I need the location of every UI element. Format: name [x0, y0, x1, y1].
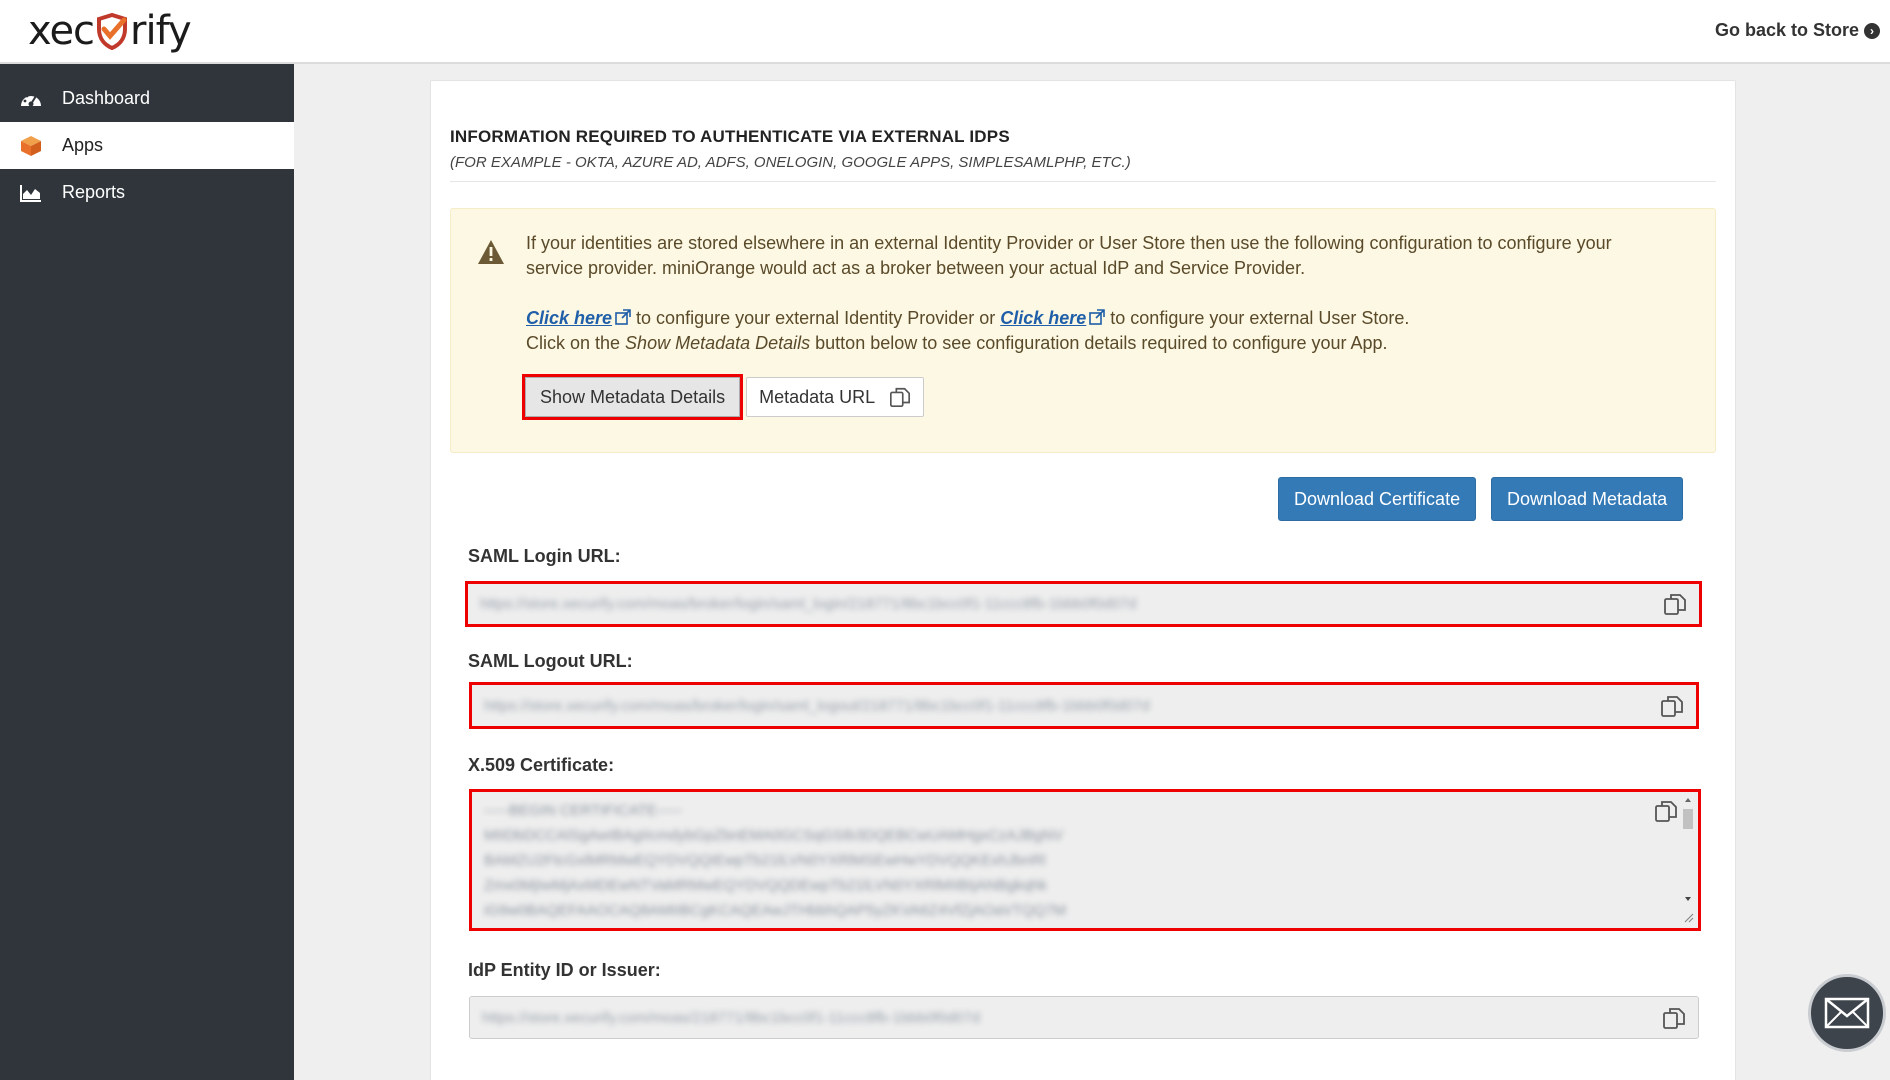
alert-instruction-line: Click on the Show Metadata Details butto… [526, 331, 1636, 356]
idp-entity-id-value: https://store.xecurify.com/moas/218771/8… [482, 1009, 981, 1026]
sidebar-item-label: Apps [62, 135, 104, 155]
sidebar-item-dashboard[interactable]: Dashboard [0, 75, 294, 122]
saml-logout-url-label: SAML Logout URL: [468, 651, 633, 671]
sidebar-item-label: Reports [62, 182, 126, 202]
xecurify-logo[interactable]: xec rify [28, 8, 192, 54]
logo-text-left: xec [28, 8, 95, 54]
download-metadata-button[interactable]: Download Metadata [1491, 477, 1684, 521]
idp-config-panel: INFORMATION REQUIRED TO AUTHENTICATE VIA… [430, 80, 1736, 1080]
saml-login-url-value: https://store.xecurify.com/moas/broker/l… [480, 595, 1137, 613]
info-alert: If your identities are stored elsewhere … [450, 208, 1716, 453]
sidebar-item-label: Dashboard [62, 88, 151, 108]
download-certificate-button[interactable]: Download Certificate [1278, 477, 1477, 521]
external-link-icon [1089, 309, 1106, 325]
alert-mid-text-1: to configure your external Identity Prov… [631, 308, 1001, 328]
configure-user-store-link[interactable]: Click here [1000, 308, 1086, 328]
copy-icon[interactable] [1662, 1006, 1686, 1030]
area-chart-icon [18, 182, 44, 204]
alert-intro: If your identities are stored elsewhere … [526, 233, 1612, 278]
alert-links-line: Click here to configure your external Id… [526, 306, 1636, 331]
warning-icon [478, 240, 504, 264]
saml-logout-url-value: https://store.xecurify.com/moas/broker/l… [484, 697, 1150, 714]
textarea-scrollbar[interactable] [1681, 796, 1695, 924]
x509-certificate-label: X.509 Certificate: [468, 755, 615, 775]
x509-certificate-value: -----BEGIN CERTIFICATE----- MIIDbDCCAlSg… [484, 802, 1067, 919]
saml-login-url-label: SAML Login URL: [468, 546, 621, 566]
envelope-icon [1824, 997, 1870, 1029]
instruction-pre: Click on the [526, 333, 626, 353]
dashboard-icon [18, 88, 44, 110]
show-metadata-details-button[interactable]: Show Metadata Details [521, 374, 744, 420]
metadata-url-button[interactable]: Metadata URL [746, 377, 925, 417]
copy-icon[interactable] [1663, 592, 1687, 616]
instruction-post: button below to see configuration detail… [810, 333, 1388, 353]
chevron-right-circle-icon: › [1864, 22, 1880, 39]
instruction-emphasis: Show Metadata Details [625, 333, 811, 353]
logo-text-right: rify [130, 8, 192, 54]
top-header: xec rify Go back to Store › [0, 0, 1890, 64]
section-heading: INFORMATION REQUIRED TO AUTHENTICATE VIA… [450, 127, 1010, 146]
copy-icon [890, 387, 911, 407]
shield-logo-icon [97, 12, 128, 51]
x509-certificate-textarea[interactable]: -----BEGIN CERTIFICATE----- MIIDbDCCAlSg… [469, 789, 1701, 931]
contact-mail-button[interactable] [1808, 974, 1886, 1052]
go-back-label: Go back to Store [1714, 20, 1859, 40]
sidebar-item-reports[interactable]: Reports [0, 169, 294, 216]
copy-icon[interactable] [1660, 694, 1684, 718]
section-subheading: (FOR EXAMPLE - OKTA, AZURE AD, ADFS, ONE… [450, 154, 1131, 171]
external-link-icon [615, 309, 631, 325]
idp-entity-id-label: IdP Entity ID or Issuer: [468, 960, 661, 980]
go-back-to-store-link[interactable]: Go back to Store › [1715, 20, 1880, 41]
divider [450, 181, 1716, 182]
sidebar: Dashboard Apps Reports [0, 64, 294, 1080]
copy-icon[interactable] [1654, 799, 1678, 823]
saml-logout-url-field[interactable]: https://store.xecurify.com/moas/broker/l… [469, 682, 1699, 729]
cube-icon [18, 135, 44, 157]
metadata-button-row: Show Metadata Details Metadata URL [521, 374, 925, 420]
configure-idp-link[interactable]: Click here [526, 308, 612, 328]
sidebar-item-apps[interactable]: Apps [0, 122, 294, 169]
saml-login-url-field[interactable]: https://store.xecurify.com/moas/broker/l… [465, 581, 1702, 627]
alert-text: If your identities are stored elsewhere … [526, 231, 1636, 356]
alert-mid-text-2: to configure your external User Store. [1105, 308, 1410, 328]
metadata-url-label: Metadata URL [759, 386, 876, 407]
idp-entity-id-field[interactable]: https://store.xecurify.com/moas/218771/8… [469, 996, 1699, 1039]
